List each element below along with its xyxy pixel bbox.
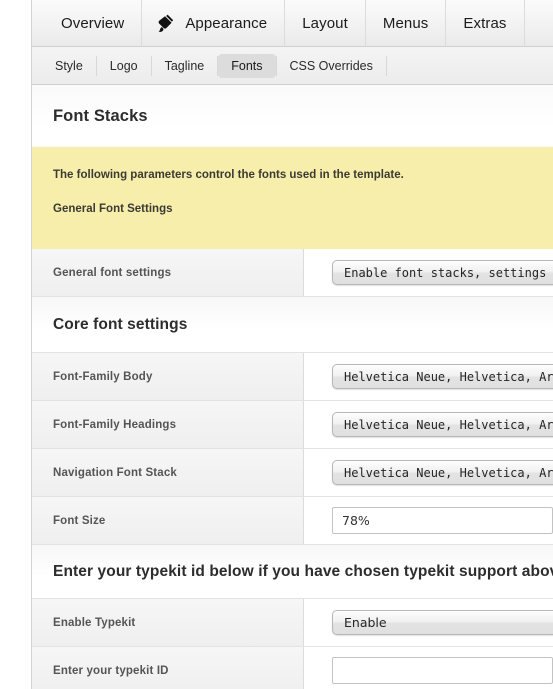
subsection-typekit: Enter your typekit id below if you have … — [32, 545, 553, 599]
tab-label-style: Style — [55, 58, 83, 73]
tab-label-tagline: Tagline — [164, 58, 205, 73]
setting-label-general-font-settings: General font settings — [32, 249, 304, 296]
main-nav-item-appearance[interactable]: Appearance — [142, 0, 286, 46]
setting-row-navigation-font-stack: Navigation Font Stack Helvetica Neue, He… — [32, 449, 553, 497]
settings-panel: Font Stacks The following parameters con… — [32, 85, 553, 689]
main-nav-label-overview: Overview — [61, 14, 125, 32]
tab-fonts[interactable]: Fonts — [218, 53, 276, 78]
main-nav-filler — [525, 0, 553, 46]
tab-label-css-overrides: CSS Overrides — [289, 58, 373, 73]
font-family-body-select[interactable]: Helvetica Neue, Helvetica, Arial, sans-s… — [332, 364, 553, 389]
typekit-id-input[interactable] — [332, 657, 553, 684]
main-nav-item-layout[interactable]: Layout — [285, 0, 366, 46]
content-column: Overview Appearance Layout Menus Extras … — [31, 0, 553, 689]
tab-logo[interactable]: Logo — [97, 54, 151, 78]
enable-typekit-select[interactable]: Enable — [332, 610, 553, 635]
main-nav-item-extras[interactable]: Extras — [446, 0, 525, 46]
setting-label-typekit-id: Enter your typekit ID — [32, 647, 304, 689]
setting-field-font-size: 78% — [304, 497, 553, 544]
main-nav-label-appearance: Appearance — [185, 14, 268, 32]
info-notice: The following parameters control the fon… — [32, 147, 553, 249]
setting-field-typekit-id — [304, 647, 553, 689]
main-nav-label-menus: Menus — [382, 14, 429, 32]
setting-field-font-family-headings: Helvetica Neue, Helvetica, Arial, sans-s… — [304, 401, 553, 448]
tab-separator — [385, 55, 387, 76]
setting-field-general-font-settings: Enable font stacks, settings and typekit — [304, 249, 553, 296]
tab-css-overrides[interactable]: CSS Overrides — [277, 54, 386, 78]
subsection-title-typekit: Enter your typekit id below if you have … — [53, 563, 553, 580]
main-nav-label-extras: Extras — [463, 14, 507, 32]
setting-row-font-family-body: Font-Family Body Helvetica Neue, Helveti… — [32, 353, 553, 401]
navigation-font-stack-select[interactable]: Helvetica Neue, Helvetica, Arial, sans-s… — [332, 460, 553, 485]
main-nav-item-menus[interactable]: Menus — [366, 0, 447, 46]
main-nav-item-overview[interactable]: Overview — [44, 0, 143, 46]
tab-label-fonts: Fonts — [231, 58, 263, 73]
admin-panel: Overview Appearance Layout Menus Extras … — [0, 0, 553, 689]
left-gutter — [0, 0, 31, 689]
subsection-core-font-settings: Core font settings — [32, 297, 553, 353]
setting-label-font-family-body: Font-Family Body — [32, 353, 304, 400]
setting-label-font-size: Font Size — [32, 497, 304, 544]
sub-navigation-tabs: Style Logo Tagline Fonts CSS Overrides — [32, 47, 553, 85]
setting-row-font-size: Font Size 78% — [32, 497, 553, 545]
main-nav-label-layout: Layout — [302, 14, 348, 32]
panel-header: Font Stacks — [32, 85, 553, 147]
tab-style[interactable]: Style — [42, 54, 96, 78]
setting-row-enable-typekit: Enable Typekit Enable — [32, 599, 553, 647]
setting-field-font-family-body: Helvetica Neue, Helvetica, Arial, sans-s… — [304, 353, 553, 400]
tab-label-logo: Logo — [109, 58, 138, 73]
notice-line-2: General Font Settings — [53, 203, 173, 215]
setting-label-navigation-font-stack: Navigation Font Stack — [32, 449, 304, 496]
setting-field-enable-typekit: Enable — [304, 599, 553, 646]
setting-label-font-family-headings: Font-Family Headings — [32, 401, 304, 448]
main-navigation-bar: Overview Appearance Layout Menus Extras — [32, 0, 553, 47]
paintbrush-icon — [154, 12, 176, 34]
font-family-headings-select[interactable]: Helvetica Neue, Helvetica, Arial, sans-s… — [332, 412, 553, 437]
notice-line-1: The following parameters control the fon… — [53, 169, 404, 181]
setting-label-enable-typekit: Enable Typekit — [32, 599, 304, 646]
font-size-input[interactable]: 78% — [332, 507, 553, 534]
tab-tagline[interactable]: Tagline — [152, 54, 218, 78]
subsection-title-core-font-settings: Core font settings — [53, 316, 188, 333]
setting-row-general-font-settings: General font settings Enable font stacks… — [32, 249, 553, 297]
setting-row-font-family-headings: Font-Family Headings Helvetica Neue, Hel… — [32, 401, 553, 449]
setting-row-typekit-id: Enter your typekit ID — [32, 647, 553, 689]
general-font-settings-select[interactable]: Enable font stacks, settings and typekit — [332, 260, 553, 285]
setting-field-navigation-font-stack: Helvetica Neue, Helvetica, Arial, sans-s… — [304, 449, 553, 496]
page-title: Font Stacks — [53, 107, 148, 125]
